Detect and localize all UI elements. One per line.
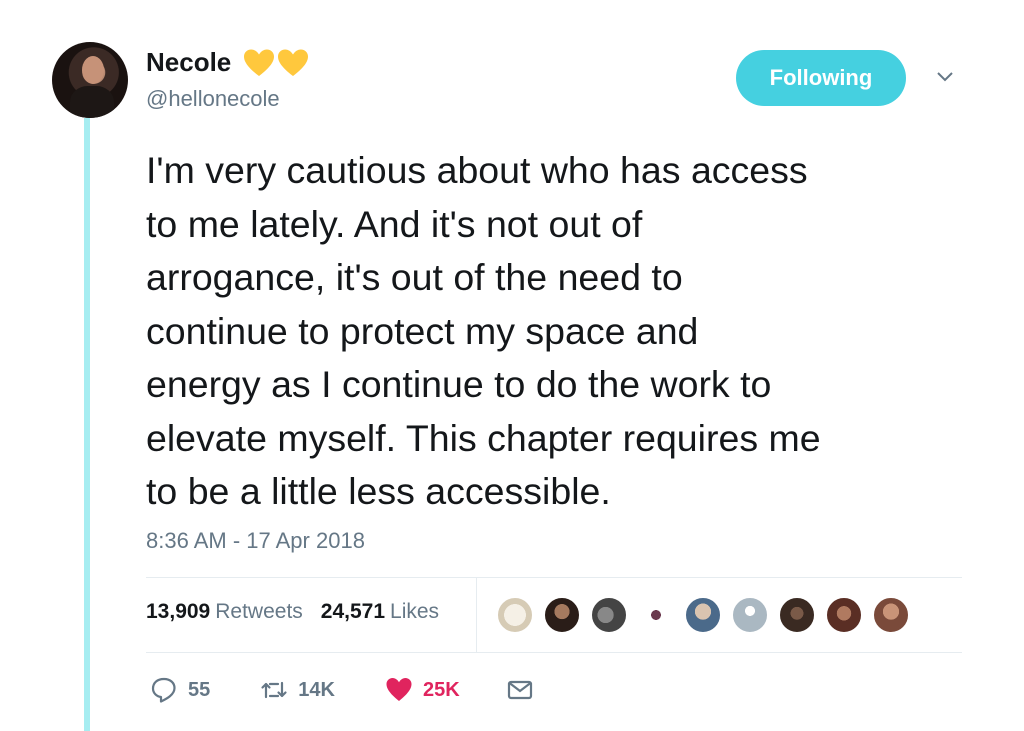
like-button[interactable]: 25K	[385, 676, 460, 704]
thread-line	[84, 118, 90, 731]
tweet-text: I'm very cautious about who has access t…	[146, 144, 986, 519]
display-name[interactable]: Necole	[146, 47, 231, 78]
yellow-hearts-emoji	[243, 48, 311, 78]
user-handle[interactable]: @hellonecole	[146, 86, 280, 112]
avatar[interactable]	[52, 42, 128, 118]
envelope-icon	[507, 680, 532, 700]
yellow-heart-icon	[278, 49, 309, 76]
direct-message-button[interactable]	[506, 676, 534, 704]
likes-label[interactable]: Likes	[390, 600, 439, 624]
liker-avatar[interactable]	[872, 596, 910, 634]
retweet-count: 14K	[298, 678, 335, 701]
reply-icon	[151, 677, 176, 703]
tweet-timestamp[interactable]: 8:36 AM - 17 Apr 2018	[146, 528, 365, 554]
reply-button[interactable]: 55	[150, 676, 210, 704]
liker-avatar[interactable]	[496, 596, 534, 634]
tweet-actions: 55 14K 25K	[150, 676, 534, 704]
reply-count: 55	[188, 678, 211, 701]
tweet-line: energy as I continue to do the work to	[146, 363, 772, 405]
retweets-label[interactable]: Retweets	[215, 600, 303, 624]
tweet-line: arrogance, it's out of the need to	[146, 256, 683, 298]
divider	[146, 577, 962, 578]
tweet-line: to me lately. And it's not out of	[146, 202, 643, 245]
retweet-button[interactable]: 14K	[260, 676, 335, 704]
liker-avatar[interactable]	[543, 596, 581, 634]
liker-avatar[interactable]	[825, 596, 863, 634]
divider	[146, 652, 962, 653]
heart-icon	[386, 678, 412, 701]
liker-avatar[interactable]	[731, 596, 769, 634]
retweet-icon	[261, 681, 287, 699]
tweet-line: elevate myself. This chapter requires me	[146, 416, 821, 459]
name-row: Necole	[146, 47, 311, 78]
like-count: 25K	[422, 678, 460, 701]
retweets-count[interactable]: 13,909	[146, 600, 210, 624]
avatar-body	[70, 86, 114, 118]
liker-avatar[interactable]	[778, 596, 816, 634]
liker-avatar[interactable]	[590, 596, 628, 634]
tweet-line: continue to protect my space and	[146, 309, 699, 352]
tweet-line: I'm very cautious about who has access	[146, 149, 808, 191]
following-button[interactable]: Following	[736, 50, 906, 106]
liker-avatars	[496, 596, 919, 634]
stats-separator	[476, 578, 477, 652]
yellow-heart-icon	[244, 49, 275, 76]
avatar-face	[82, 56, 104, 84]
liker-avatar[interactable]	[684, 596, 722, 634]
likes-count[interactable]: 24,571	[321, 600, 385, 624]
chevron-down-icon[interactable]	[934, 66, 956, 88]
tweet-line: to be a little less accessible.	[146, 470, 611, 512]
liker-avatar[interactable]	[637, 596, 675, 634]
engagement-stats: 13,909 Retweets 24,571 Likes	[146, 600, 457, 624]
